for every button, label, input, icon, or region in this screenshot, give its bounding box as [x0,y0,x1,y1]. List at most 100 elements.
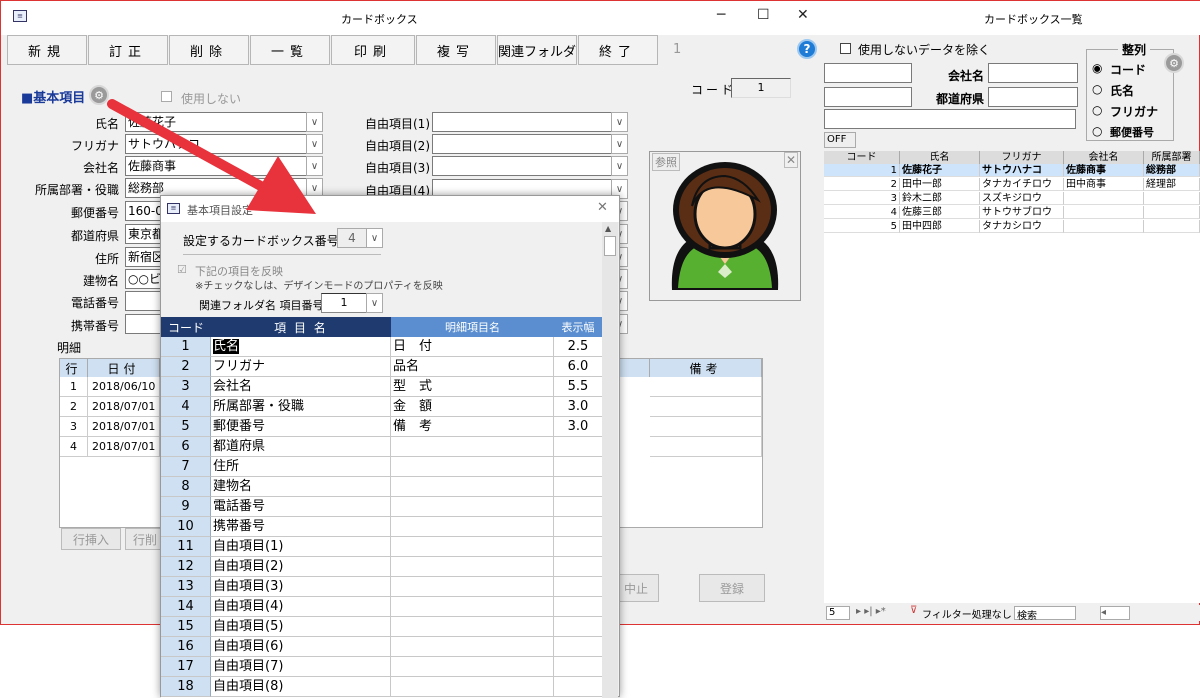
free-field-3[interactable] [432,156,612,176]
detail-row-date[interactable]: 2018/07/01 [88,437,160,457]
list-header-name[interactable]: 氏名 [900,151,980,164]
item-row-name[interactable]: 氏名 [211,337,391,357]
sort-radio-name[interactable]: ○ [1092,82,1102,96]
item-row-detail[interactable]: 日 付 [391,337,554,357]
item-row-width[interactable] [554,457,602,477]
item-row-width[interactable]: 6.0 [554,357,602,377]
table-row[interactable]: 佐藤商事 [1064,164,1144,177]
next-record-icon[interactable]: ▸ ▸| ▸* [856,606,886,617]
table-row[interactable]: 田中商事 [1064,178,1144,191]
item-row-detail[interactable]: 金 額 [391,397,554,417]
table-row[interactable]: 3 [824,192,900,205]
item-row-name[interactable]: 自由項目(3) [211,577,391,597]
table-row[interactable]: 5 [824,220,900,233]
item-row-detail[interactable] [391,637,554,657]
item-row-detail[interactable] [391,497,554,517]
building-field[interactable]: ○○ビル [125,269,165,289]
item-row-width[interactable] [554,537,602,557]
reflect-checkbox[interactable]: ☑ [177,263,187,276]
table-row[interactable]: 経理部 [1144,178,1200,191]
table-row[interactable] [1064,220,1144,233]
maximize-button[interactable]: ☐ [757,7,770,23]
item-row-detail[interactable] [391,617,554,637]
table-row[interactable]: 田中一郎 [900,178,980,191]
list-header-dept[interactable]: 所属部署 [1144,151,1200,164]
gear-icon[interactable]: ⚙ [1164,53,1184,73]
scroll-up-icon[interactable]: ▲ [605,224,611,233]
item-row-detail[interactable]: 型 式 [391,377,554,397]
table-row[interactable]: タナカイチロウ [980,178,1064,191]
table-row[interactable]: 佐藤花子 [900,164,980,177]
sort-radio-kana[interactable]: ○ [1092,103,1102,117]
table-row[interactable]: 1 [824,164,900,177]
filter-status[interactable]: フィルター処理なし [922,606,1012,621]
item-row-name[interactable]: 会社名 [211,377,391,397]
chevron-down-icon[interactable]: ∨ [366,293,383,313]
item-row-name[interactable]: 自由項目(8) [211,677,391,697]
detail-note-cell[interactable] [650,377,762,397]
table-row[interactable]: 4 [824,206,900,219]
sort-radio-code[interactable]: ◉ [1092,61,1102,75]
item-row-width[interactable] [554,637,602,657]
detail-row-date[interactable]: 2018/06/10 [88,377,160,397]
chevron-down-icon[interactable]: ∨ [366,228,383,248]
exit-button[interactable]: 終了 [578,35,658,65]
delete-button[interactable]: 削除 [169,35,249,65]
table-row[interactable]: 佐藤三郎 [900,206,980,219]
name-field[interactable]: 佐藤花子 [125,112,307,132]
item-row-detail[interactable] [391,597,554,617]
item-row-width[interactable]: 5.5 [554,377,602,397]
item-row-name[interactable]: 所属部署・役職 [211,397,391,417]
address-field[interactable]: 新宿区 [125,247,165,267]
list-header-company[interactable]: 会社名 [1064,151,1144,164]
zip-field[interactable]: 160-0023 [125,201,165,221]
chevron-down-icon[interactable]: ∨ [306,156,323,176]
table-row[interactable] [1144,192,1200,205]
item-row-name[interactable]: 電話番号 [211,497,391,517]
item-row-name[interactable]: フリガナ [211,357,391,377]
item-row-width[interactable] [554,477,602,497]
photo-frame[interactable]: 参照 ✕ [649,151,801,301]
table-row[interactable]: サトウハナコ [980,164,1064,177]
item-row-width[interactable] [554,657,602,677]
row-delete-button[interactable]: 行削 [125,528,165,550]
scroll-thumb[interactable] [604,236,616,256]
vertical-scrollbar[interactable]: ▲ [602,222,618,698]
chevron-down-icon[interactable]: ∨ [306,112,323,132]
table-row[interactable]: スズキジロウ [980,192,1064,205]
filter-field-3[interactable] [824,109,1076,129]
table-row[interactable] [1144,220,1200,233]
horizontal-scrollbar[interactable]: ◂ [1100,606,1130,620]
item-row-width[interactable] [554,597,602,617]
item-row-width[interactable]: 3.0 [554,397,602,417]
item-row-name[interactable]: 自由項目(1) [211,537,391,557]
item-row-width[interactable] [554,437,602,457]
chevron-down-icon[interactable]: ∨ [611,156,628,176]
off-button[interactable]: OFF [824,132,856,148]
filter-field-2[interactable] [824,87,912,107]
detail-note-cell[interactable] [650,437,762,457]
table-row[interactable] [1144,206,1200,219]
item-row-name[interactable]: 自由項目(5) [211,617,391,637]
table-row[interactable]: サトウサブロウ [980,206,1064,219]
item-row-name[interactable]: 都道府県 [211,437,391,457]
mobile-field[interactable] [125,314,165,334]
detail-note-cell[interactable] [650,397,762,417]
item-row-name[interactable]: 自由項目(2) [211,557,391,577]
item-row-detail[interactable] [391,657,554,677]
table-row[interactable] [1064,192,1144,205]
register-button[interactable]: 登録 [699,574,765,602]
table-row[interactable]: 鈴木二郎 [900,192,980,205]
copy-button[interactable]: 複写 [416,35,496,65]
item-row-width[interactable]: 3.0 [554,417,602,437]
item-row-name[interactable]: 自由項目(7) [211,657,391,677]
table-row[interactable]: 田中四郎 [900,220,980,233]
company-field[interactable]: 佐藤商事 [125,156,307,176]
table-row[interactable]: タナカシロウ [980,220,1064,233]
free-field-1[interactable] [432,112,612,132]
item-row-detail[interactable] [391,577,554,597]
item-row-detail[interactable] [391,517,554,537]
help-icon[interactable]: ? [797,39,817,59]
item-row-detail[interactable] [391,557,554,577]
item-row-detail[interactable] [391,677,554,697]
